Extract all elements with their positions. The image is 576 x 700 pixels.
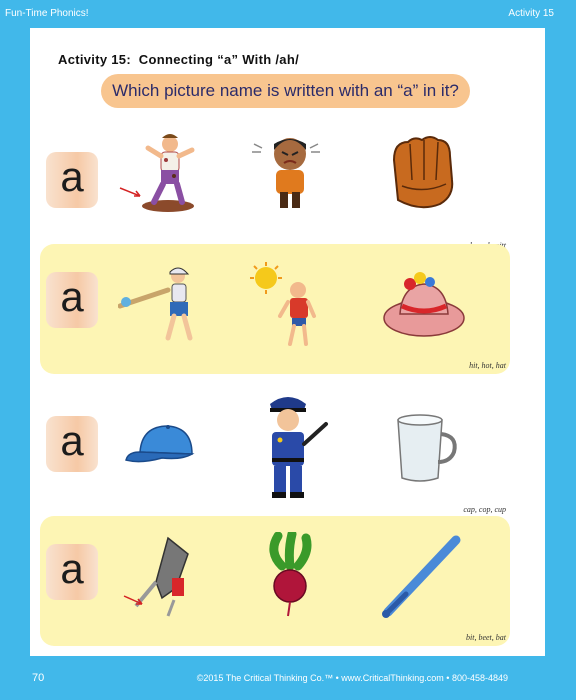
book-title: Fun-Time Phonics! (5, 8, 89, 19)
letter-tile: a (46, 272, 98, 328)
letter-tile: a (46, 152, 98, 208)
activity-title: Activity 15: Connecting “a” With /ah/ (58, 52, 299, 67)
blue-cap-picture[interactable] (118, 406, 204, 492)
baseball-mitt-picture[interactable] (380, 130, 466, 216)
row-3: a cap, cop, cup (40, 388, 510, 518)
letter-tile: a (46, 544, 98, 600)
hot-man-sun-picture[interactable] (248, 262, 334, 348)
row-2: a hit, hot, hat (40, 244, 510, 374)
police-officer-picture[interactable] (240, 388, 336, 500)
letter-tile: a (46, 416, 98, 472)
batter-hitting-picture[interactable] (118, 262, 204, 348)
word-hint: hit, hot, hat (469, 361, 506, 370)
footer: 70 ©2015 The Critical Thinking Co.™ • ww… (0, 664, 576, 700)
beet-picture[interactable] (248, 532, 334, 618)
copyright: ©2015 The Critical Thinking Co.™ • www.C… (196, 673, 508, 683)
question-banner: Which picture name is written with an “a… (101, 74, 470, 108)
muddy-boy-picture[interactable] (118, 130, 204, 216)
word-hint: cap, cop, cup (463, 505, 506, 514)
angry-boy-picture[interactable] (248, 130, 334, 216)
glass-cup-picture[interactable] (380, 406, 466, 492)
baseball-bat-picture[interactable] (380, 532, 466, 618)
worksheet: Activity 15: Connecting “a” With /ah/ Wh… (30, 28, 545, 656)
activity-label: Activity 15 (508, 8, 554, 19)
row-4: a bit, beet, bat (40, 516, 510, 646)
top-bar: Fun-Time Phonics! Activity 15 (0, 0, 576, 28)
page-number: 70 (32, 672, 45, 684)
flowered-hat-picture[interactable] (380, 262, 466, 348)
drill-bit-picture[interactable] (118, 536, 204, 622)
row-1: a mud, mad, mitt (40, 124, 510, 254)
word-hint: bit, beet, bat (466, 633, 506, 642)
